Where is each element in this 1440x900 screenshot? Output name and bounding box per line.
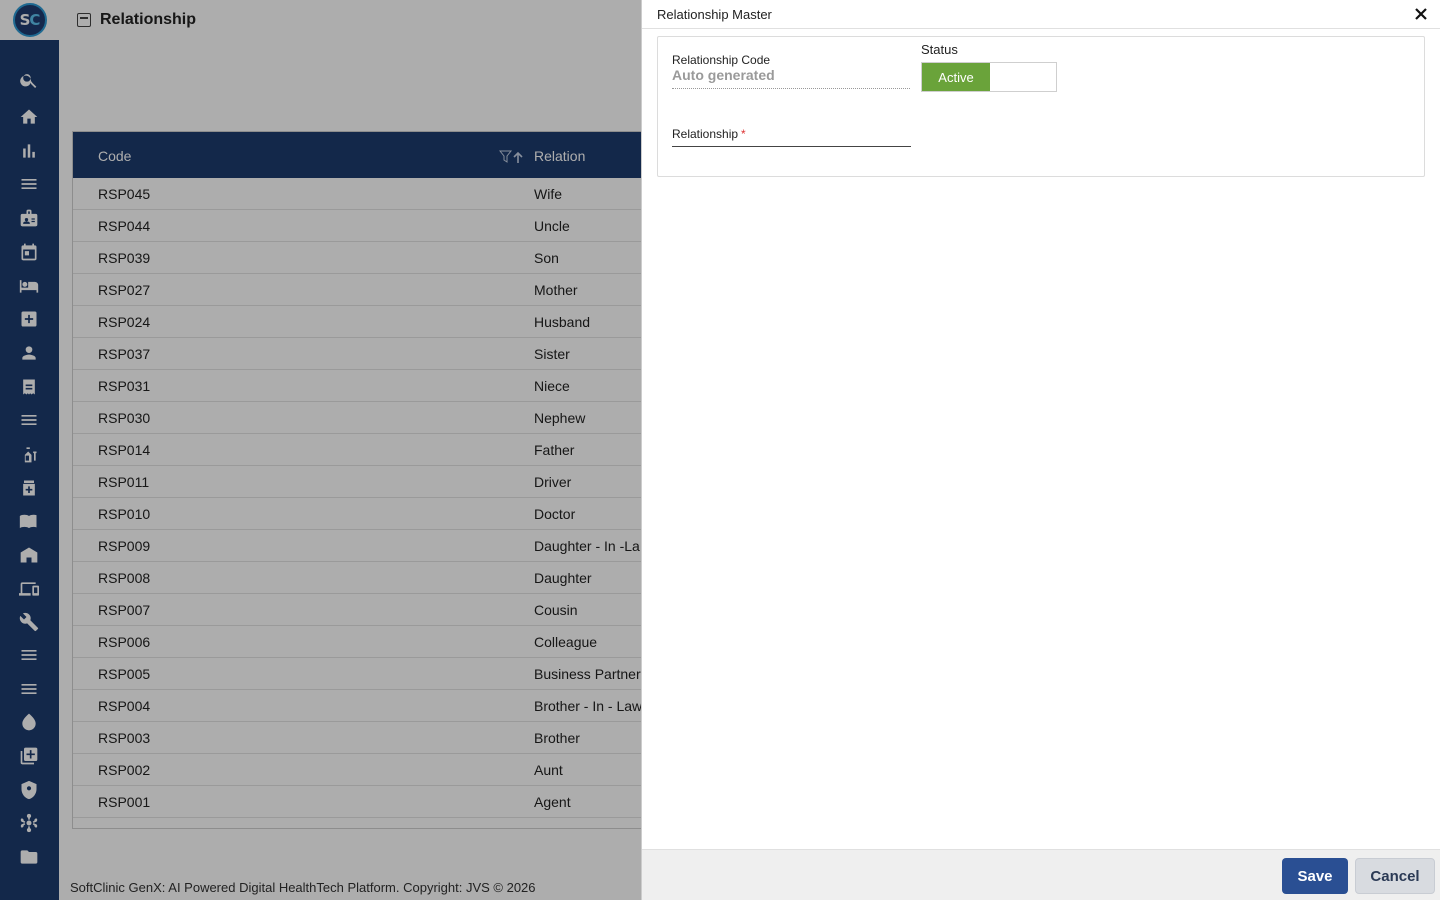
status-inactive-option[interactable] (990, 63, 1056, 91)
relationship-code-field: Auto generated (672, 67, 910, 89)
relationship-label-text: Relationship (672, 127, 739, 141)
status-active-option[interactable]: Active (922, 63, 990, 91)
panel-footer: Save Cancel (642, 849, 1440, 900)
cancel-button[interactable]: Cancel (1355, 858, 1435, 894)
relationship-code-label: Relationship Code (672, 53, 771, 67)
panel-header: Relationship Master (642, 0, 1440, 29)
panel-title: Relationship Master (657, 7, 772, 22)
relationship-input[interactable] (672, 145, 911, 147)
status-toggle[interactable]: Active (921, 62, 1057, 92)
required-mark: * (741, 127, 746, 141)
relationship-master-panel: Relationship Master Relationship Code Au… (641, 0, 1440, 900)
save-button[interactable]: Save (1282, 858, 1348, 894)
relationship-label: Relationship * (672, 127, 746, 141)
form-card: Relationship Code Auto generated Status … (657, 36, 1425, 177)
status-label: Status (921, 42, 958, 57)
close-icon[interactable] (1413, 6, 1429, 22)
